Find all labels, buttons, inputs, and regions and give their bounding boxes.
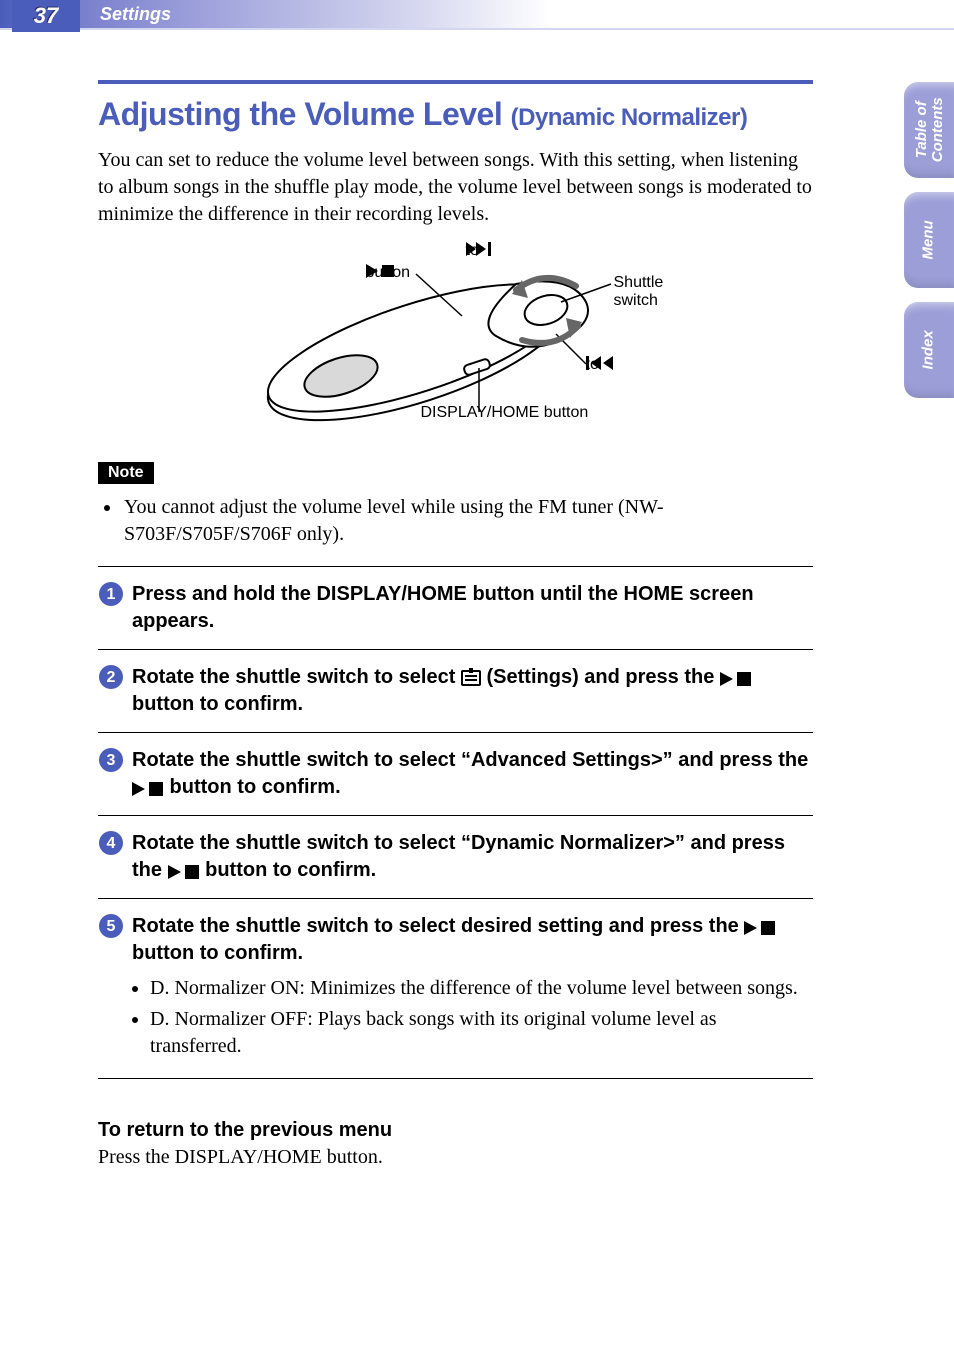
step-number-badge: 2 [98, 664, 132, 690]
page-title: Adjusting the Volume Level (Dynamic Norm… [98, 96, 813, 133]
step-5-text-b: button to confirm. [132, 942, 303, 964]
return-block: To return to the previous menu Press the… [98, 1119, 813, 1169]
figure-label-playstop-button: button [366, 264, 410, 282]
step-number-badge: 4 [98, 830, 132, 856]
step-5-sublist: D. Normalizer ON: Minimizes the differen… [132, 975, 813, 1060]
title-rule [98, 80, 813, 84]
play-stop-icon [168, 859, 200, 881]
step-2-text-a: Rotate the shuttle switch to select [132, 666, 461, 688]
note-badge: Note [98, 462, 154, 484]
svg-text:5: 5 [107, 918, 116, 935]
step-3-text-a: Rotate the shuttle switch to select “Adv… [132, 749, 808, 771]
step-5: 5 Rotate the shuttle switch to select de… [98, 899, 813, 1079]
page-title-main: Adjusting the Volume Level [98, 96, 511, 132]
figure-label-shuttle: Shuttle switch [614, 274, 696, 310]
step-5-body: Rotate the shuttle switch to select desi… [132, 913, 813, 1064]
step-4: 4 Rotate the shuttle switch to select “D… [98, 816, 813, 899]
step-4-text-b: button to confirm. [200, 859, 377, 881]
step-3-body: Rotate the shuttle switch to select “Adv… [132, 747, 813, 801]
step-5-sub-1: D. Normalizer OFF: Plays back songs with… [150, 1006, 813, 1060]
figure-label-to-prev: to [586, 356, 599, 374]
device-figure: to button Shuttle switch to DISPLAY/HOME… [216, 244, 696, 424]
step-3-text-b: button to confirm. [164, 776, 341, 798]
step-1-body: Press and hold the DISPLAY/HOME button u… [132, 581, 813, 635]
page-title-sub: (Dynamic Normalizer) [511, 104, 748, 131]
tab-contents[interactable]: Table of Contents [904, 82, 954, 178]
svg-text:4: 4 [107, 835, 116, 852]
step-5-text-a: Rotate the shuttle switch to select desi… [132, 915, 744, 937]
step-5-sub-0: D. Normalizer ON: Minimizes the differen… [150, 975, 813, 1002]
step-1: 1 Press and hold the DISPLAY/HOME button… [98, 567, 813, 650]
content-column: Adjusting the Volume Level (Dynamic Norm… [98, 80, 813, 1169]
svg-text:2: 2 [107, 669, 116, 686]
tab-index-label: Index [921, 330, 937, 369]
page-number: 37 [12, 0, 80, 32]
note-item: You cannot adjust the volume level while… [122, 494, 813, 548]
tab-contents-label: Table of Contents [913, 98, 945, 163]
return-heading: To return to the previous menu [98, 1119, 813, 1142]
figure-label-display-home: DISPLAY/HOME button [421, 404, 589, 422]
header-underline [0, 28, 954, 30]
step-number-badge: 5 [98, 913, 132, 939]
svg-text:1: 1 [107, 586, 116, 603]
svg-text:3: 3 [107, 752, 116, 769]
manual-page: 37 Settings Table of Contents Menu Index… [0, 0, 954, 1370]
step-1-text: Press and hold the DISPLAY/HOME button u… [132, 583, 754, 632]
tab-menu-label: Menu [921, 220, 937, 259]
settings-icon [461, 666, 481, 688]
step-2-body: Rotate the shuttle switch to select (Set… [132, 664, 813, 718]
play-stop-icon [132, 776, 164, 798]
step-number-badge: 3 [98, 747, 132, 773]
section-title: Settings [100, 4, 171, 25]
step-4-body: Rotate the shuttle switch to select “Dyn… [132, 830, 813, 884]
tab-index[interactable]: Index [904, 302, 954, 398]
header-gradient [0, 0, 550, 28]
tab-menu[interactable]: Menu [904, 192, 954, 288]
step-2: 2 Rotate the shuttle switch to select (S… [98, 650, 813, 733]
note-list: You cannot adjust the volume level while… [116, 494, 813, 548]
side-tabs: Table of Contents Menu Index [904, 82, 954, 412]
step-2-text-b: (Settings) and press the [481, 666, 720, 688]
play-stop-icon [720, 666, 752, 688]
play-stop-icon [744, 915, 776, 937]
step-2-text-c: button to confirm. [132, 693, 303, 715]
step-3: 3 Rotate the shuttle switch to select “A… [98, 733, 813, 816]
step-number-badge: 1 [98, 581, 132, 607]
steps-list: 1 Press and hold the DISPLAY/HOME button… [98, 566, 813, 1079]
return-body: Press the DISPLAY/HOME button. [98, 1146, 813, 1169]
figure-label-to-next: to [466, 242, 479, 260]
intro-paragraph: You can set to reduce the volume level b… [98, 147, 813, 228]
